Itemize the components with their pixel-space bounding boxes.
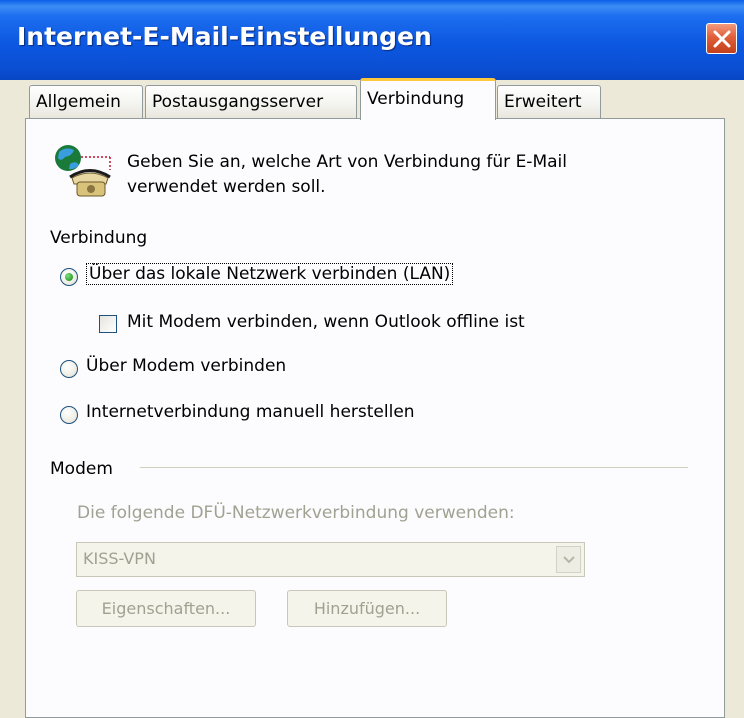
radio-lan-text: Über das lokale Netzwerk verbinden (LAN) (86, 263, 454, 285)
close-button[interactable] (706, 23, 737, 54)
dropdown-button[interactable] (556, 546, 581, 573)
intro-line-1: Geben Sie an, welche Art von Verbindung … (127, 152, 567, 172)
properties-button[interactable]: Eigenschaften... (76, 590, 256, 627)
tab-label: Verbindung (367, 89, 465, 109)
tab-verbindung[interactable]: Verbindung (360, 78, 496, 120)
radio-lan-label[interactable]: Über das lokale Netzwerk verbinden (LAN) (86, 263, 454, 285)
dialup-select[interactable]: KISS-VPN (76, 542, 585, 577)
globe-phone-icon (55, 145, 111, 197)
chevron-down-icon (563, 556, 575, 564)
checkbox-modem-offline-label[interactable]: Mit Modem verbinden, wenn Outlook offlin… (127, 312, 525, 332)
dialup-select-value: KISS-VPN (83, 549, 156, 568)
tab-allgemein[interactable]: Allgemein (29, 85, 143, 118)
close-icon (713, 30, 731, 48)
tab-postausgangsserver[interactable]: Postausgangsserver (145, 85, 357, 118)
intro-text: Geben Sie an, welche Art von Verbindung … (127, 150, 567, 200)
checkbox-modem-offline[interactable] (99, 315, 117, 333)
radio-modem[interactable] (60, 360, 78, 378)
tab-label: Postausgangsserver (152, 92, 324, 112)
tab-erweitert[interactable]: Erweitert (497, 85, 601, 118)
radio-manual-label[interactable]: Internetverbindung manuell herstellen (86, 402, 415, 422)
add-button[interactable]: Hinzufügen... (287, 590, 447, 627)
modem-group-label: Modem (50, 459, 113, 479)
radio-manual[interactable] (60, 406, 78, 424)
tab-label: Erweitert (504, 92, 582, 112)
radio-selected-dot (65, 273, 73, 281)
group-divider (140, 467, 688, 468)
dialup-label: Die folgende DFÜ-Netzwerkverbindung verw… (77, 503, 515, 523)
radio-modem-label[interactable]: Über Modem verbinden (86, 356, 286, 376)
title-bar[interactable]: Internet-E-Mail-Einstellungen (0, 0, 744, 80)
window-title: Internet-E-Mail-Einstellungen (17, 22, 432, 51)
connection-group-label: Verbindung (50, 228, 148, 248)
intro-line-2: verwendet werden soll. (127, 177, 326, 197)
tab-label: Allgemein (36, 92, 121, 112)
radio-lan[interactable] (60, 268, 78, 286)
